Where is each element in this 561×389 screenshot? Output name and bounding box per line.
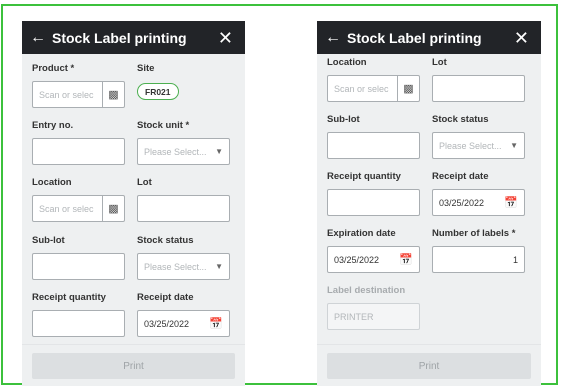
location-field: Location Scan or selec ▩ — [327, 57, 420, 102]
app-header: ← Stock Label printing ✕ — [317, 21, 541, 54]
label-destination-label: Label destination — [327, 285, 406, 296]
receipt-quantity-label: Receipt quantity — [327, 171, 401, 182]
print-button[interactable]: Print — [32, 353, 235, 379]
print-button[interactable]: Print — [327, 353, 531, 379]
expiration-date-value: 03/25/2022 — [334, 254, 380, 265]
page-title: Stock Label printing — [347, 29, 482, 46]
location-input[interactable]: Scan or selec ▩ — [32, 195, 125, 222]
number-of-labels-input[interactable]: 1 — [432, 246, 525, 273]
close-icon[interactable]: ✕ — [514, 29, 529, 47]
stock-label-screen-1: ← Stock Label printing ✕ Product * Scan … — [22, 21, 245, 386]
location-field: Location Scan or selec ▩ — [32, 177, 125, 222]
calendar-icon[interactable]: 📅 — [504, 196, 518, 209]
stock-status-label: Stock status — [137, 235, 194, 246]
expiration-date-field: Expiration date 03/25/2022 📅 — [327, 228, 420, 273]
entry-no-label: Entry no. — [32, 120, 74, 131]
lot-input[interactable] — [137, 195, 230, 222]
number-of-labels-label: Number of labels * — [432, 228, 516, 239]
lot-field: Lot — [432, 57, 525, 102]
stock-status-field: Stock status Please Select... ▼ — [432, 114, 525, 159]
scan-icon[interactable]: ▩ — [102, 196, 124, 221]
location-placeholder: Scan or selec — [334, 83, 389, 94]
receipt-date-input[interactable]: 03/25/2022 📅 — [432, 189, 525, 216]
receipt-quantity-label: Receipt quantity — [32, 292, 106, 303]
receipt-quantity-field: Receipt quantity — [327, 171, 420, 216]
chevron-down-icon: ▼ — [215, 147, 223, 156]
stock-status-field: Stock status Please Select... ▼ — [137, 235, 230, 280]
stock-unit-field: Stock unit * Please Select... ▼ — [137, 120, 230, 165]
receipt-quantity-input[interactable] — [32, 310, 125, 337]
site-field: Site FR021 — [137, 63, 230, 100]
stock-status-select[interactable]: Please Select... ▼ — [432, 132, 525, 159]
scan-icon[interactable]: ▩ — [102, 82, 124, 107]
receipt-date-field: Receipt date 03/25/2022 📅 — [137, 292, 230, 337]
receipt-date-label: Receipt date — [137, 292, 194, 303]
receipt-quantity-field: Receipt quantity — [32, 292, 125, 337]
receipt-quantity-input[interactable] — [327, 189, 420, 216]
sub-lot-field: Sub-lot — [327, 114, 420, 159]
screenshot-frame: ← Stock Label printing ✕ Product * Scan … — [1, 4, 558, 386]
location-label: Location — [327, 57, 367, 68]
arrow-left-icon[interactable]: ← — [325, 29, 341, 46]
sub-lot-input[interactable] — [32, 253, 125, 280]
number-of-labels-field: Number of labels * 1 — [432, 228, 525, 273]
product-placeholder: Scan or selec — [39, 89, 94, 100]
label-form-scrolled: Location Scan or selec ▩ Lot Sub-lot Sto… — [317, 54, 541, 344]
calendar-icon[interactable]: 📅 — [399, 253, 413, 266]
stock-status-label: Stock status — [432, 114, 489, 125]
product-label: Product * — [32, 63, 75, 74]
lot-label: Lot — [432, 57, 447, 68]
receipt-date-input[interactable]: 03/25/2022 📅 — [137, 310, 230, 337]
chevron-down-icon: ▼ — [510, 141, 518, 150]
stock-status-placeholder: Please Select... — [144, 261, 207, 272]
site-label: Site — [137, 63, 155, 74]
location-label: Location — [32, 177, 72, 188]
label-destination-field: Label destination PRINTER — [327, 285, 420, 330]
scan-icon[interactable]: ▩ — [397, 76, 419, 101]
receipt-date-label: Receipt date — [432, 171, 489, 182]
receipt-date-field: Receipt date 03/25/2022 📅 — [432, 171, 525, 216]
stock-unit-select[interactable]: Please Select... ▼ — [137, 138, 230, 165]
form-footer: Print — [317, 344, 541, 386]
stock-label-screen-2: ← Stock Label printing ✕ Location Scan o… — [317, 21, 541, 386]
expiration-date-input[interactable]: 03/25/2022 📅 — [327, 246, 420, 273]
stock-status-placeholder: Please Select... — [439, 140, 502, 151]
location-input[interactable]: Scan or selec ▩ — [327, 75, 420, 102]
form-footer: Print — [22, 344, 245, 386]
lot-label: Lot — [137, 177, 152, 188]
sub-lot-input[interactable] — [327, 132, 420, 159]
location-placeholder: Scan or selec — [39, 203, 94, 214]
entry-no-input[interactable] — [32, 138, 125, 165]
arrow-left-icon[interactable]: ← — [30, 29, 46, 46]
label-destination-input: PRINTER — [327, 303, 420, 330]
label-form: Product * Scan or selec ▩ Site FR021 Ent… — [22, 54, 245, 344]
calendar-icon[interactable]: 📅 — [209, 317, 223, 330]
app-header: ← Stock Label printing ✕ — [22, 21, 245, 54]
lot-field: Lot — [137, 177, 230, 222]
sub-lot-label: Sub-lot — [327, 114, 360, 125]
entry-no-field: Entry no. — [32, 120, 125, 165]
product-input[interactable]: Scan or selec ▩ — [32, 81, 125, 108]
stock-status-select[interactable]: Please Select... ▼ — [137, 253, 230, 280]
expiration-date-label: Expiration date — [327, 228, 396, 239]
close-icon[interactable]: ✕ — [218, 29, 233, 47]
sub-lot-field: Sub-lot — [32, 235, 125, 280]
sub-lot-label: Sub-lot — [32, 235, 65, 246]
site-badge: FR021 — [137, 83, 179, 100]
chevron-down-icon: ▼ — [215, 262, 223, 271]
stock-unit-label: Stock unit * — [137, 120, 190, 131]
receipt-date-value: 03/25/2022 — [144, 318, 190, 329]
receipt-date-value: 03/25/2022 — [439, 197, 485, 208]
product-field: Product * Scan or selec ▩ — [32, 63, 125, 108]
lot-input[interactable] — [432, 75, 525, 102]
page-title: Stock Label printing — [52, 29, 187, 46]
stock-unit-placeholder: Please Select... — [144, 146, 207, 157]
